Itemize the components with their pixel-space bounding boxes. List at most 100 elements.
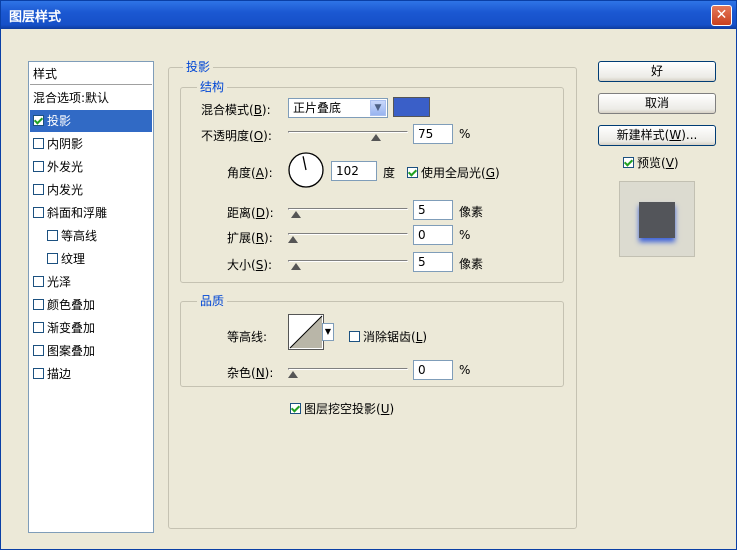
quality-title: 品质: [197, 292, 228, 309]
checkbox-icon[interactable]: [407, 167, 418, 178]
style-list-header: 样式: [30, 63, 152, 85]
size-label: 大小(S):: [227, 258, 273, 272]
style-list-item[interactable]: 内阴影: [30, 133, 152, 155]
blend-mode-label: 混合模式(B):: [201, 103, 271, 117]
checkbox-icon[interactable]: [33, 276, 44, 287]
global-light-checkbox[interactable]: 使用全局光(G): [407, 164, 500, 181]
noise-slider-track: [288, 368, 408, 370]
style-list-item-label: 等高线: [61, 229, 98, 243]
opacity-unit: %: [459, 127, 471, 141]
size-slider-thumb[interactable]: [291, 263, 302, 270]
size-input[interactable]: 5: [413, 252, 453, 272]
distance-unit: 像素: [459, 205, 484, 219]
noise-slider-thumb[interactable]: [288, 371, 298, 378]
style-list-item-label: 投影: [47, 114, 72, 128]
style-list-item-label: 颜色叠加: [47, 298, 96, 312]
style-list-item[interactable]: 图案叠加: [30, 340, 152, 362]
spread-slider-thumb[interactable]: [288, 236, 298, 243]
distance-input[interactable]: 5: [413, 200, 453, 220]
noise-unit: %: [459, 363, 471, 377]
style-list-item[interactable]: 混合选项:默认: [30, 87, 152, 109]
spread-slider[interactable]: [288, 227, 408, 245]
spread-slider-track: [288, 233, 408, 235]
size-slider-track: [288, 260, 408, 262]
contour-dropdown-arrow-icon[interactable]: ▼: [322, 323, 334, 341]
opacity-slider-track: [288, 131, 408, 133]
structure-title: 结构: [197, 78, 228, 95]
preview-swatch: [639, 202, 675, 238]
style-list-item-label: 斜面和浮雕: [47, 206, 108, 220]
contour-picker[interactable]: [288, 314, 324, 350]
checkbox-icon[interactable]: [47, 253, 58, 264]
style-list-item-label: 描边: [47, 367, 72, 381]
style-list-item[interactable]: 等高线: [30, 225, 152, 247]
style-list-item-label: 混合选项:默认: [33, 91, 110, 105]
opacity-input[interactable]: 75: [413, 124, 453, 144]
style-list-item-label: 外发光: [47, 160, 84, 174]
opacity-slider-thumb[interactable]: [370, 134, 381, 141]
spread-unit: %: [459, 228, 471, 242]
knockout-checkbox[interactable]: 图层挖空投影(U): [290, 400, 394, 417]
checkbox-icon[interactable]: [33, 138, 44, 149]
style-list: 样式 混合选项:默认投影内阴影外发光内发光斜面和浮雕等高线纹理光泽颜色叠加渐变叠…: [28, 61, 154, 533]
close-icon[interactable]: ✕: [711, 5, 732, 26]
style-list-item[interactable]: 渐变叠加: [30, 317, 152, 339]
style-list-item[interactable]: 纹理: [30, 248, 152, 270]
contour-label: 等高线:: [227, 330, 268, 344]
checkbox-icon[interactable]: [33, 368, 44, 379]
blend-mode-select[interactable]: 正片叠底 ▼: [288, 98, 388, 118]
window-title: 图层样式: [9, 10, 62, 25]
spread-input[interactable]: 0: [413, 225, 453, 245]
shadow-color-swatch[interactable]: [393, 97, 430, 117]
checkbox-icon[interactable]: [349, 331, 360, 342]
checkbox-icon[interactable]: [33, 161, 44, 172]
new-style-button[interactable]: 新建样式(W)...: [598, 125, 716, 146]
checkbox-icon[interactable]: [33, 322, 44, 333]
title-bar[interactable]: 图层样式 ✕: [1, 1, 736, 29]
distance-slider-track: [288, 208, 408, 210]
checkbox-icon[interactable]: [33, 207, 44, 218]
style-list-item[interactable]: 外发光: [30, 156, 152, 178]
checkbox-icon[interactable]: [33, 115, 44, 126]
size-unit: 像素: [459, 257, 484, 271]
angle-dial[interactable]: [287, 151, 325, 189]
style-list-item-label: 内阴影: [47, 137, 84, 151]
chevron-down-icon[interactable]: ▼: [370, 100, 386, 116]
distance-slider-thumb[interactable]: [291, 211, 302, 218]
checkbox-icon[interactable]: [33, 345, 44, 356]
style-list-item-label: 光泽: [47, 275, 72, 289]
checkbox-icon[interactable]: [33, 299, 44, 310]
checkbox-icon[interactable]: [290, 403, 301, 414]
size-slider[interactable]: [288, 254, 408, 272]
spread-label: 扩展(R):: [227, 231, 273, 245]
noise-slider[interactable]: [288, 362, 408, 380]
opacity-label: 不透明度(O):: [201, 129, 272, 143]
style-list-item[interactable]: 斜面和浮雕: [30, 202, 152, 224]
angle-unit: 度: [383, 166, 396, 180]
preview-thumbnail: [619, 181, 695, 257]
style-list-item[interactable]: 描边: [30, 363, 152, 385]
angle-input[interactable]: 102: [331, 161, 377, 181]
style-list-item[interactable]: 颜色叠加: [30, 294, 152, 316]
angle-label: 角度(A):: [227, 166, 273, 180]
opacity-slider[interactable]: [288, 125, 408, 143]
checkbox-icon[interactable]: [33, 184, 44, 195]
preview-checkbox[interactable]: 预览(V): [623, 154, 679, 171]
noise-label: 杂色(N):: [227, 366, 274, 380]
distance-slider[interactable]: [288, 202, 408, 220]
checkbox-icon[interactable]: [47, 230, 58, 241]
anti-alias-checkbox[interactable]: 消除锯齿(L): [349, 328, 427, 345]
ok-button[interactable]: 好: [598, 61, 716, 82]
cancel-button[interactable]: 取消: [598, 93, 716, 114]
checkbox-icon[interactable]: [623, 157, 634, 168]
style-list-item-label: 图案叠加: [47, 344, 96, 358]
drop-shadow-title: 投影: [183, 58, 214, 75]
style-list-item[interactable]: 内发光: [30, 179, 152, 201]
layer-style-dialog: 图层样式 ✕ 样式 混合选项:默认 投影 内阴影 外发光 内发光 斜面和浮雕 等高线 纹理 光泽…: [0, 0, 737, 550]
noise-input[interactable]: 0: [413, 360, 453, 380]
blend-mode-value: 正片叠底: [293, 101, 342, 115]
style-list-item-label: 纹理: [61, 252, 86, 266]
style-list-item[interactable]: 投影: [30, 110, 152, 132]
style-list-item-label: 渐变叠加: [47, 321, 96, 335]
style-list-item[interactable]: 光泽: [30, 271, 152, 293]
